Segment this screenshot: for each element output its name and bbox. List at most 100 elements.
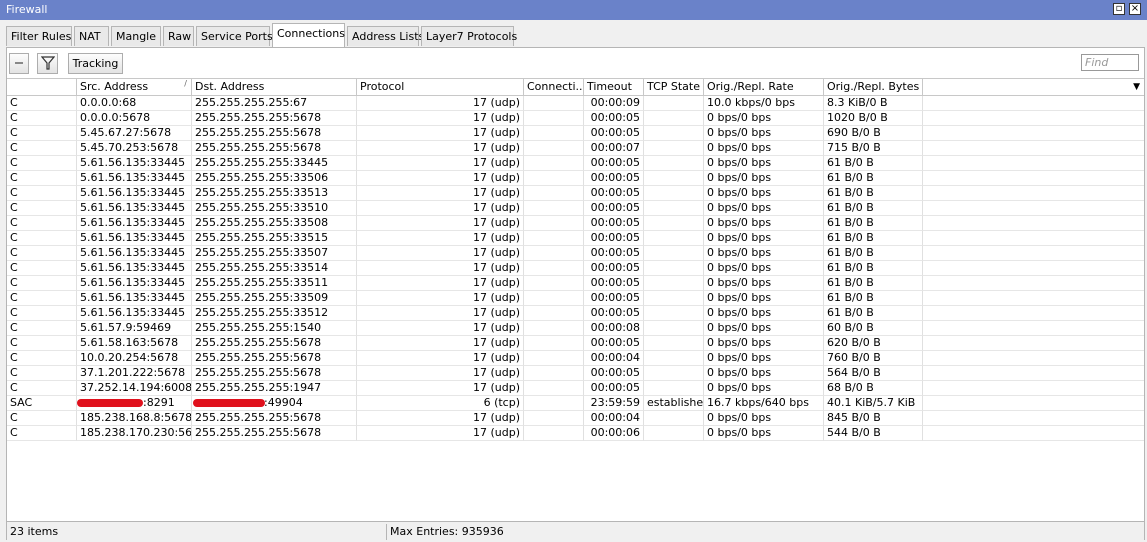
cell-src: 10.0.20.254:5678 <box>77 351 192 366</box>
remove-button[interactable] <box>9 53 29 74</box>
cell-filler <box>923 246 1144 261</box>
table-row[interactable]: C 5.61.56.135:33445 255.255.255.255:33506 1… <box>7 171 1144 186</box>
cell-rate: 0 bps/0 bps <box>704 426 824 441</box>
status-bar: 23 items Max Entries: 935936 <box>7 521 1144 541</box>
cell-timeout: 23:59:59 <box>584 396 644 411</box>
table-row[interactable]: C 5.61.56.135:33445 255.255.255.255:33511 1… <box>7 276 1144 291</box>
column-menu-icon[interactable]: ▼ <box>1133 82 1140 92</box>
cell-conn <box>524 381 584 396</box>
cell-dst: 255.255.255.255:5678 <box>192 111 357 126</box>
cell-filler <box>923 381 1144 396</box>
col-bytes[interactable]: Orig./Repl. Bytes <box>824 79 923 95</box>
col-dst-address[interactable]: Dst. Address <box>192 79 357 95</box>
tab-raw[interactable]: Raw <box>163 26 194 46</box>
cell-proto: 17 (udp) <box>357 111 524 126</box>
tab-mangle[interactable]: Mangle <box>111 26 161 46</box>
tab-layer7-protocols[interactable]: Layer7 Protocols <box>421 26 517 46</box>
cell-filler <box>923 306 1144 321</box>
table-row[interactable]: C 5.61.56.135:33445 255.255.255.255:33515 1… <box>7 231 1144 246</box>
cell-bytes: 61 B/0 B <box>824 231 923 246</box>
cell-tcp <box>644 321 704 336</box>
find-input[interactable]: Find <box>1081 54 1139 71</box>
table-row[interactable]: C 5.61.56.135:33445 255.255.255.255:33512 1… <box>7 306 1144 321</box>
table-row[interactable]: C 5.61.56.135:33445 255.255.255.255:33507 1… <box>7 246 1144 261</box>
table-row[interactable]: C 0.0.0.0:68 255.255.255.255:67 17 (udp) 00:… <box>7 96 1144 111</box>
close-icon[interactable]: × <box>1129 3 1141 15</box>
cell-filler <box>923 111 1144 126</box>
table-row[interactable]: SAC:8291:49904 6 (tcp) 23:59:59 established… <box>7 396 1144 411</box>
cell-filler <box>923 426 1144 441</box>
cell-tcp: established <box>644 396 704 411</box>
cell-proto: 17 (udp) <box>357 366 524 381</box>
tab-service-ports[interactable]: Service Ports <box>196 26 273 46</box>
col-tcp-state[interactable]: TCP State <box>644 79 704 95</box>
cell-filler <box>923 201 1144 216</box>
cell-dst: 255.255.255.255:1540 <box>192 321 357 336</box>
cell-tcp <box>644 291 704 306</box>
table-row[interactable]: C 5.61.56.135:33445 255.255.255.255:33514 1… <box>7 261 1144 276</box>
table-row[interactable]: C 5.61.56.135:33445 255.255.255.255:33513 1… <box>7 186 1144 201</box>
cell-proto: 17 (udp) <box>357 351 524 366</box>
table-row[interactable]: C 185.238.168.8:5678 255.255.255.255:5678 1… <box>7 411 1144 426</box>
cell-flags: C <box>7 291 77 306</box>
table-row[interactable]: C 10.0.20.254:5678 255.255.255.255:5678 17 … <box>7 351 1144 366</box>
filter-button[interactable] <box>37 53 58 74</box>
table-row[interactable]: C 37.252.14.194:60080 255.255.255.255:1947… <box>7 381 1144 396</box>
tracking-button[interactable]: Tracking <box>68 53 123 74</box>
cell-proto: 17 (udp) <box>357 216 524 231</box>
cell-timeout: 00:00:05 <box>584 366 644 381</box>
cell-conn <box>524 186 584 201</box>
tab-filter-rules[interactable]: Filter Rules <box>6 26 72 46</box>
cell-bytes: 61 B/0 B <box>824 156 923 171</box>
table-row[interactable]: C185.238.170.230:5678255.255.255.255:567… <box>7 426 1144 441</box>
table-header: Src. Address / Dst. Address Protocol Conn… <box>7 79 1144 96</box>
cell-tcp <box>644 351 704 366</box>
cell-bytes: 845 B/0 B <box>824 411 923 426</box>
cell-bytes: 61 B/0 B <box>824 306 923 321</box>
cell-timeout: 00:00:05 <box>584 291 644 306</box>
cell-flags: C <box>7 156 77 171</box>
col-rate[interactable]: Orig./Repl. Rate <box>704 79 824 95</box>
cell-rate: 0 bps/0 bps <box>704 336 824 351</box>
cell-tcp <box>644 411 704 426</box>
cell-flags: C <box>7 366 77 381</box>
cell-proto: 17 (udp) <box>357 156 524 171</box>
cell-filler <box>923 351 1144 366</box>
cell-conn <box>524 156 584 171</box>
col-flags[interactable] <box>7 79 77 95</box>
cell-dst: 255.255.255.255:1947 <box>192 381 357 396</box>
cell-src: 5.45.70.253:5678 <box>77 141 192 156</box>
tab-connections[interactable]: Connections <box>272 23 345 47</box>
table-row[interactable]: C 0.0.0.0:5678 255.255.255.255:5678 17 (udp… <box>7 111 1144 126</box>
cell-conn <box>524 426 584 441</box>
table-row[interactable]: C 5.61.56.135:33445 255.255.255.255:33510 1… <box>7 201 1144 216</box>
cell-filler <box>923 276 1144 291</box>
tab-nat[interactable]: NAT <box>74 26 109 46</box>
table-row[interactable]: C 5.61.58.163:5678 255.255.255.255:5678 17 … <box>7 336 1144 351</box>
cell-bytes: 620 B/0 B <box>824 336 923 351</box>
cell-filler <box>923 396 1144 411</box>
col-protocol[interactable]: Protocol <box>357 79 524 95</box>
item-count: 23 items <box>7 524 387 540</box>
col-label: Src. Address <box>80 80 149 93</box>
tab-address-lists[interactable]: Address Lists <box>347 26 424 46</box>
table-row[interactable]: C 5.61.57.9:59469 255.255.255.255:1540 17 (… <box>7 321 1144 336</box>
col-timeout[interactable]: Timeout <box>584 79 644 95</box>
table-row[interactable]: C 5.45.67.27:5678 255.255.255.255:5678 17 (… <box>7 126 1144 141</box>
cell-rate: 0 bps/0 bps <box>704 261 824 276</box>
cell-dst: 255.255.255.255:33513 <box>192 186 357 201</box>
cell-tcp <box>644 366 704 381</box>
table-row[interactable]: C 37.1.201.222:5678 255.255.255.255:5678 17… <box>7 366 1144 381</box>
col-connection[interactable]: Connecti... <box>524 79 584 95</box>
restore-icon[interactable]: ▫ <box>1113 3 1125 15</box>
table-row[interactable]: C 5.61.56.135:33445 255.255.255.255:33445 1… <box>7 156 1144 171</box>
cell-bytes: 715 B/0 B <box>824 141 923 156</box>
table-row[interactable]: C 5.45.70.253:5678 255.255.255.255:5678 17 … <box>7 141 1144 156</box>
cell-bytes: 68 B/0 B <box>824 381 923 396</box>
col-src-address[interactable]: Src. Address / <box>77 79 192 95</box>
cell-bytes: 61 B/0 B <box>824 261 923 276</box>
table-row[interactable]: C 5.61.56.135:33445 255.255.255.255:33509 1… <box>7 291 1144 306</box>
table-row[interactable]: C 5.61.56.135:33445 255.255.255.255:33508 1… <box>7 216 1144 231</box>
cell-conn <box>524 126 584 141</box>
cell-rate: 0 bps/0 bps <box>704 171 824 186</box>
